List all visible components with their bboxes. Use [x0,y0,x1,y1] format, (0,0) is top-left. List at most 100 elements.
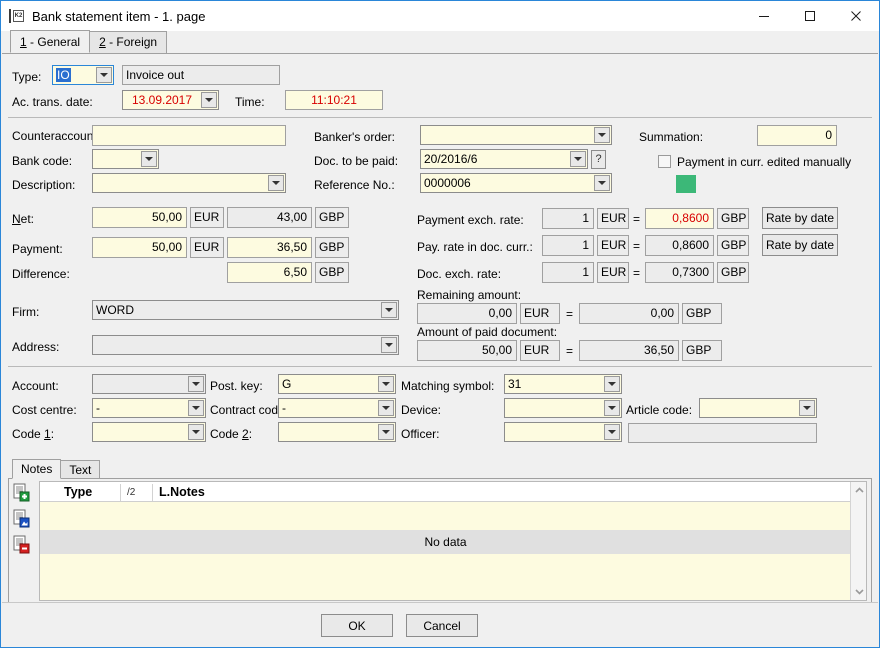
payment-amount-input[interactable]: 50,00 [92,237,187,258]
main-tabstrip: 1 - General 2 - Foreign [2,30,878,54]
notes-tab-notes[interactable]: Notes [12,459,62,479]
window-title: Bank statement item - 1. page [32,8,206,24]
rate-by-date-button-1[interactable]: Rate by date [762,207,838,229]
tab-general[interactable]: 1 - General [10,30,91,53]
doc-to-be-paid-combo[interactable]: 20/2016/6 [420,149,588,169]
column-header-lnotes[interactable]: L.Notes [152,484,352,501]
post-key-value: G [282,377,292,391]
remaining-currency: EUR [520,303,560,324]
ac-trans-date-value: 13.09.2017 [131,93,193,107]
add-note-icon[interactable] [11,482,31,502]
doc-exch-rate-base: 1 [542,262,594,283]
payment-amount2-input[interactable]: 36,50 [227,237,312,258]
type-combo[interactable]: IO [52,65,114,85]
chevron-down-icon[interactable] [604,424,620,440]
cost-centre-combo[interactable]: - [92,398,206,418]
chevron-down-icon[interactable] [268,175,284,191]
status-flag-green [676,175,696,193]
chevron-down-icon[interactable] [604,376,620,392]
firm-label: Firm: [12,305,40,319]
scroll-up-icon[interactable] [851,482,867,499]
bank-code-combo[interactable] [92,149,159,169]
chevron-down-icon[interactable] [96,67,112,83]
column-header-type[interactable]: Type [58,484,118,501]
counteraccount-label: Counteraccount: [12,129,101,143]
time-value[interactable]: 11:10:21 [285,90,383,110]
notes-grid: Type /2 L.Notes No data [39,481,867,601]
payment-manual-checkbox[interactable] [658,155,671,168]
time-label: Time: [235,95,265,109]
chevron-down-icon[interactable] [604,400,620,416]
chevron-down-icon[interactable] [594,127,610,143]
rate-by-date-button-2[interactable]: Rate by date [762,234,838,256]
net-currency: EUR [190,207,224,228]
view-note-icon[interactable] [11,508,31,528]
ac-trans-date-label: Ac. trans. date: [12,95,93,109]
counteraccount-input[interactable] [92,125,286,146]
chevron-down-icon[interactable] [381,302,397,318]
cost-centre-value: - [96,401,100,415]
address-combo[interactable] [92,335,399,355]
account-combo[interactable] [92,374,206,394]
contract-code-combo[interactable]: - [278,398,396,418]
officer-combo[interactable] [504,422,622,442]
chevron-down-icon[interactable] [381,337,397,353]
payment-exch-rate-equals: = [633,212,641,226]
chevron-down-icon[interactable] [201,92,217,108]
matching-symbol-combo[interactable]: 31 [504,374,622,394]
form-body: Type: IO Invoice out Ac. trans. date: 13… [2,54,878,604]
tab-foreign[interactable]: 2 - Foreign [89,31,168,53]
notes-tab-text[interactable]: Text [60,460,101,479]
code1-combo[interactable] [92,422,206,442]
remaining-amount-label: Remaining amount: [417,288,522,302]
device-combo[interactable] [504,398,622,418]
chevron-down-icon[interactable] [378,400,394,416]
device-label: Device: [401,403,442,417]
grid-row-blank-2 [40,554,851,600]
article-code-combo[interactable] [699,398,817,418]
close-button[interactable] [833,1,879,31]
firm-combo[interactable]: WORD [92,300,399,320]
payment-exch-rate-base-currency: EUR [597,208,629,229]
doc-to-be-paid-label: Doc. to be paid: [314,154,399,168]
maximize-button[interactable] [787,1,833,31]
payment-currency2: GBP [315,237,349,258]
chevron-down-icon[interactable] [594,175,610,191]
cancel-button[interactable]: Cancel [406,614,478,637]
chevron-down-icon[interactable] [188,424,204,440]
chevron-down-icon[interactable] [570,151,586,167]
chevron-down-icon[interactable] [378,424,394,440]
notes-grid-header: Type /2 L.Notes [40,482,851,502]
code2-combo[interactable] [278,422,396,442]
bankers-order-combo[interactable] [420,125,612,145]
tab-foreign-key: 2 [99,35,106,49]
chevron-down-icon[interactable] [188,376,204,392]
doc-exch-rate-equals: = [633,266,641,280]
contract-code-value: - [282,401,286,415]
post-key-combo[interactable]: G [278,374,396,394]
chevron-down-icon[interactable] [188,400,204,416]
minimize-button[interactable] [741,1,787,31]
pay-rate-doc-base: 1 [542,235,594,256]
account-label: Account: [12,379,59,393]
ok-button[interactable]: OK [321,614,393,637]
ac-trans-date-combo[interactable]: 13.09.2017 [122,90,219,110]
payment-exch-rate-value[interactable]: 0,8600 [645,208,714,229]
notes-scrollbar[interactable] [850,482,866,600]
divider-2 [8,366,872,367]
bankers-order-value [424,126,591,144]
reference-no-combo[interactable]: 0000006 [420,173,612,193]
scroll-down-icon[interactable] [851,583,867,600]
matching-symbol-value: 31 [508,377,522,391]
contract-code-label: Contract code: [210,403,289,417]
chevron-down-icon[interactable] [799,400,815,416]
type-combo-value: IO [56,68,71,82]
description-combo[interactable] [92,173,286,193]
amount-paid: 50,00 [417,340,517,361]
chevron-down-icon[interactable] [378,376,394,392]
doc-help-button[interactable]: ? [591,150,606,169]
chevron-down-icon[interactable] [141,151,157,167]
net-amount-input[interactable]: 50,00 [92,207,187,228]
delete-note-icon[interactable] [11,534,31,554]
difference-amount2: 6,50 [227,262,312,283]
